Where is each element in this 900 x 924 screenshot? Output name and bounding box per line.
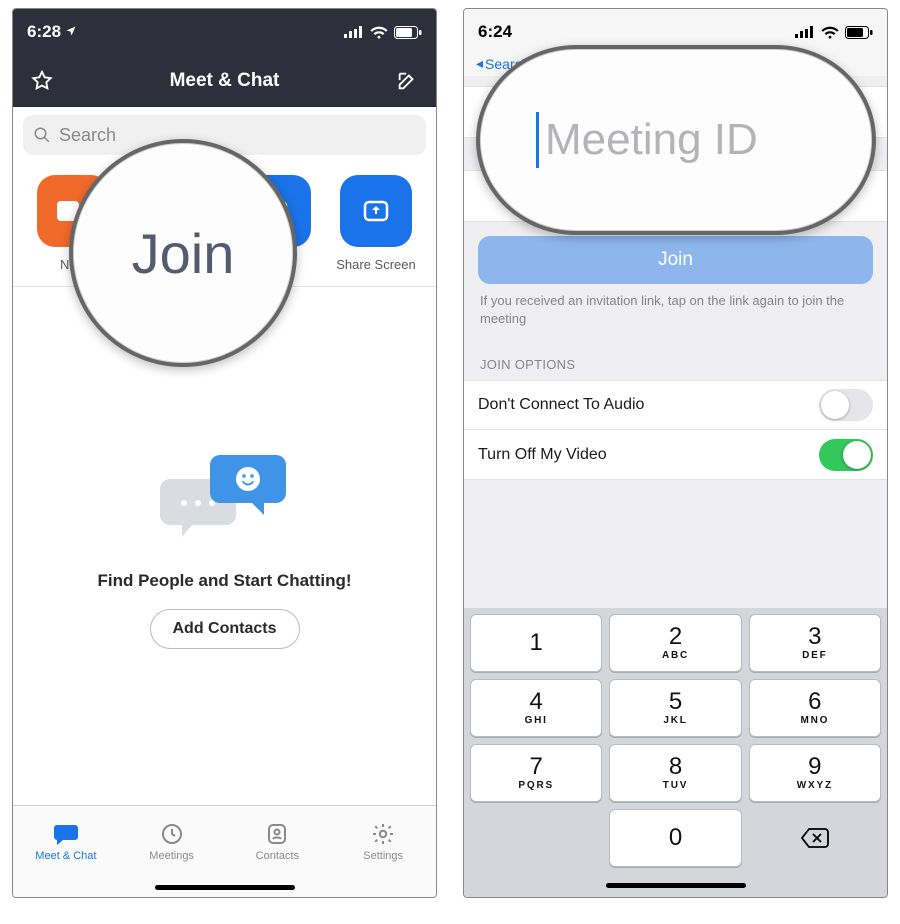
option-dont-connect-audio[interactable]: Don't Connect To Audio <box>464 380 887 430</box>
status-right-icons <box>344 26 422 39</box>
home-indicator[interactable] <box>13 877 436 897</box>
magnifier-meeting-id: Meeting ID <box>476 45 876 235</box>
join-options-label: JOIN OPTIONS <box>464 341 887 380</box>
signal-icon <box>795 26 815 38</box>
status-time: 6:24 <box>478 22 512 42</box>
key-blank <box>470 809 602 867</box>
app-header: Meet & Chat <box>13 55 436 107</box>
numeric-keypad: 1 2ABC 3DEF 4GHI 5JKL 6MNO 7PQRS 8TUV 9W… <box>464 608 887 873</box>
option-audio-label: Don't Connect To Audio <box>478 396 644 414</box>
gear-icon <box>371 822 395 846</box>
key-9[interactable]: 9WXYZ <box>749 744 881 802</box>
status-right-icons <box>795 26 873 39</box>
key-backspace[interactable] <box>749 809 881 867</box>
search-placeholder: Search <box>59 125 116 146</box>
phone-right: 6:24 ◂ Search Meeting ID Michael Bryan J… <box>463 8 888 898</box>
tab-settings[interactable]: Settings <box>330 806 436 877</box>
key-0[interactable]: 0 <box>609 809 741 867</box>
key-5[interactable]: 5JKL <box>609 679 741 737</box>
key-6[interactable]: 6MNO <box>749 679 881 737</box>
backspace-icon <box>800 827 830 849</box>
phone-left: 6:28 Meet & Chat Search N <box>12 8 437 898</box>
tab-contacts[interactable]: Contacts <box>225 806 331 877</box>
toggle-video[interactable] <box>819 439 873 471</box>
chat-bubble-icon <box>53 822 79 846</box>
signal-icon <box>344 26 364 38</box>
home-indicator[interactable] <box>464 873 887 897</box>
share-screen-icon <box>361 196 391 226</box>
chat-illustration <box>150 443 300 553</box>
key-1[interactable]: 1 <box>470 614 602 672</box>
wifi-icon <box>370 26 388 39</box>
back-caret-icon: ◂ <box>476 55 483 72</box>
wifi-icon <box>821 26 839 39</box>
tab-contacts-label: Contacts <box>256 850 299 862</box>
key-7[interactable]: 7PQRS <box>470 744 602 802</box>
status-time: 6:28 <box>27 22 61 42</box>
key-4[interactable]: 4GHI <box>470 679 602 737</box>
key-8[interactable]: 8TUV <box>609 744 741 802</box>
toggle-audio[interactable] <box>819 389 873 421</box>
option-turn-off-video[interactable]: Turn Off My Video <box>464 430 887 480</box>
action-share-screen-label: Share Screen <box>336 257 416 272</box>
join-button[interactable]: Join <box>478 236 873 284</box>
empty-caption: Find People and Start Chatting! <box>97 571 351 591</box>
clock-icon <box>160 822 184 846</box>
status-bar: 6:28 <box>13 9 436 55</box>
text-cursor <box>536 112 539 168</box>
compose-button[interactable] <box>392 66 422 96</box>
tab-meetings[interactable]: Meetings <box>119 806 225 877</box>
join-hint: If you received an invitation link, tap … <box>464 292 887 341</box>
location-icon <box>65 22 77 42</box>
key-3[interactable]: 3DEF <box>749 614 881 672</box>
search-icon <box>33 126 51 144</box>
option-video-label: Turn Off My Video <box>478 446 607 464</box>
tab-bar: Meet & Chat Meetings Contacts Settings <box>13 805 436 877</box>
tab-meet-chat[interactable]: Meet & Chat <box>13 806 119 877</box>
tab-settings-label: Settings <box>363 850 403 862</box>
key-2[interactable]: 2ABC <box>609 614 741 672</box>
battery-icon <box>394 26 422 39</box>
magnifier-join-text: Join <box>132 221 235 286</box>
header-title: Meet & Chat <box>170 70 280 92</box>
tab-meetings-label: Meetings <box>149 850 194 862</box>
tab-meet-chat-label: Meet & Chat <box>35 850 96 862</box>
add-contacts-button[interactable]: Add Contacts <box>150 609 300 649</box>
magnifier-meeting-id-text: Meeting ID <box>545 115 758 165</box>
action-share-screen[interactable]: Share Screen <box>334 175 418 272</box>
magnifier-join: Join <box>69 139 297 367</box>
battery-icon <box>845 26 873 39</box>
favorites-button[interactable] <box>27 66 57 96</box>
empty-state: Find People and Start Chatting! Add Cont… <box>13 287 436 805</box>
person-icon <box>265 822 289 846</box>
